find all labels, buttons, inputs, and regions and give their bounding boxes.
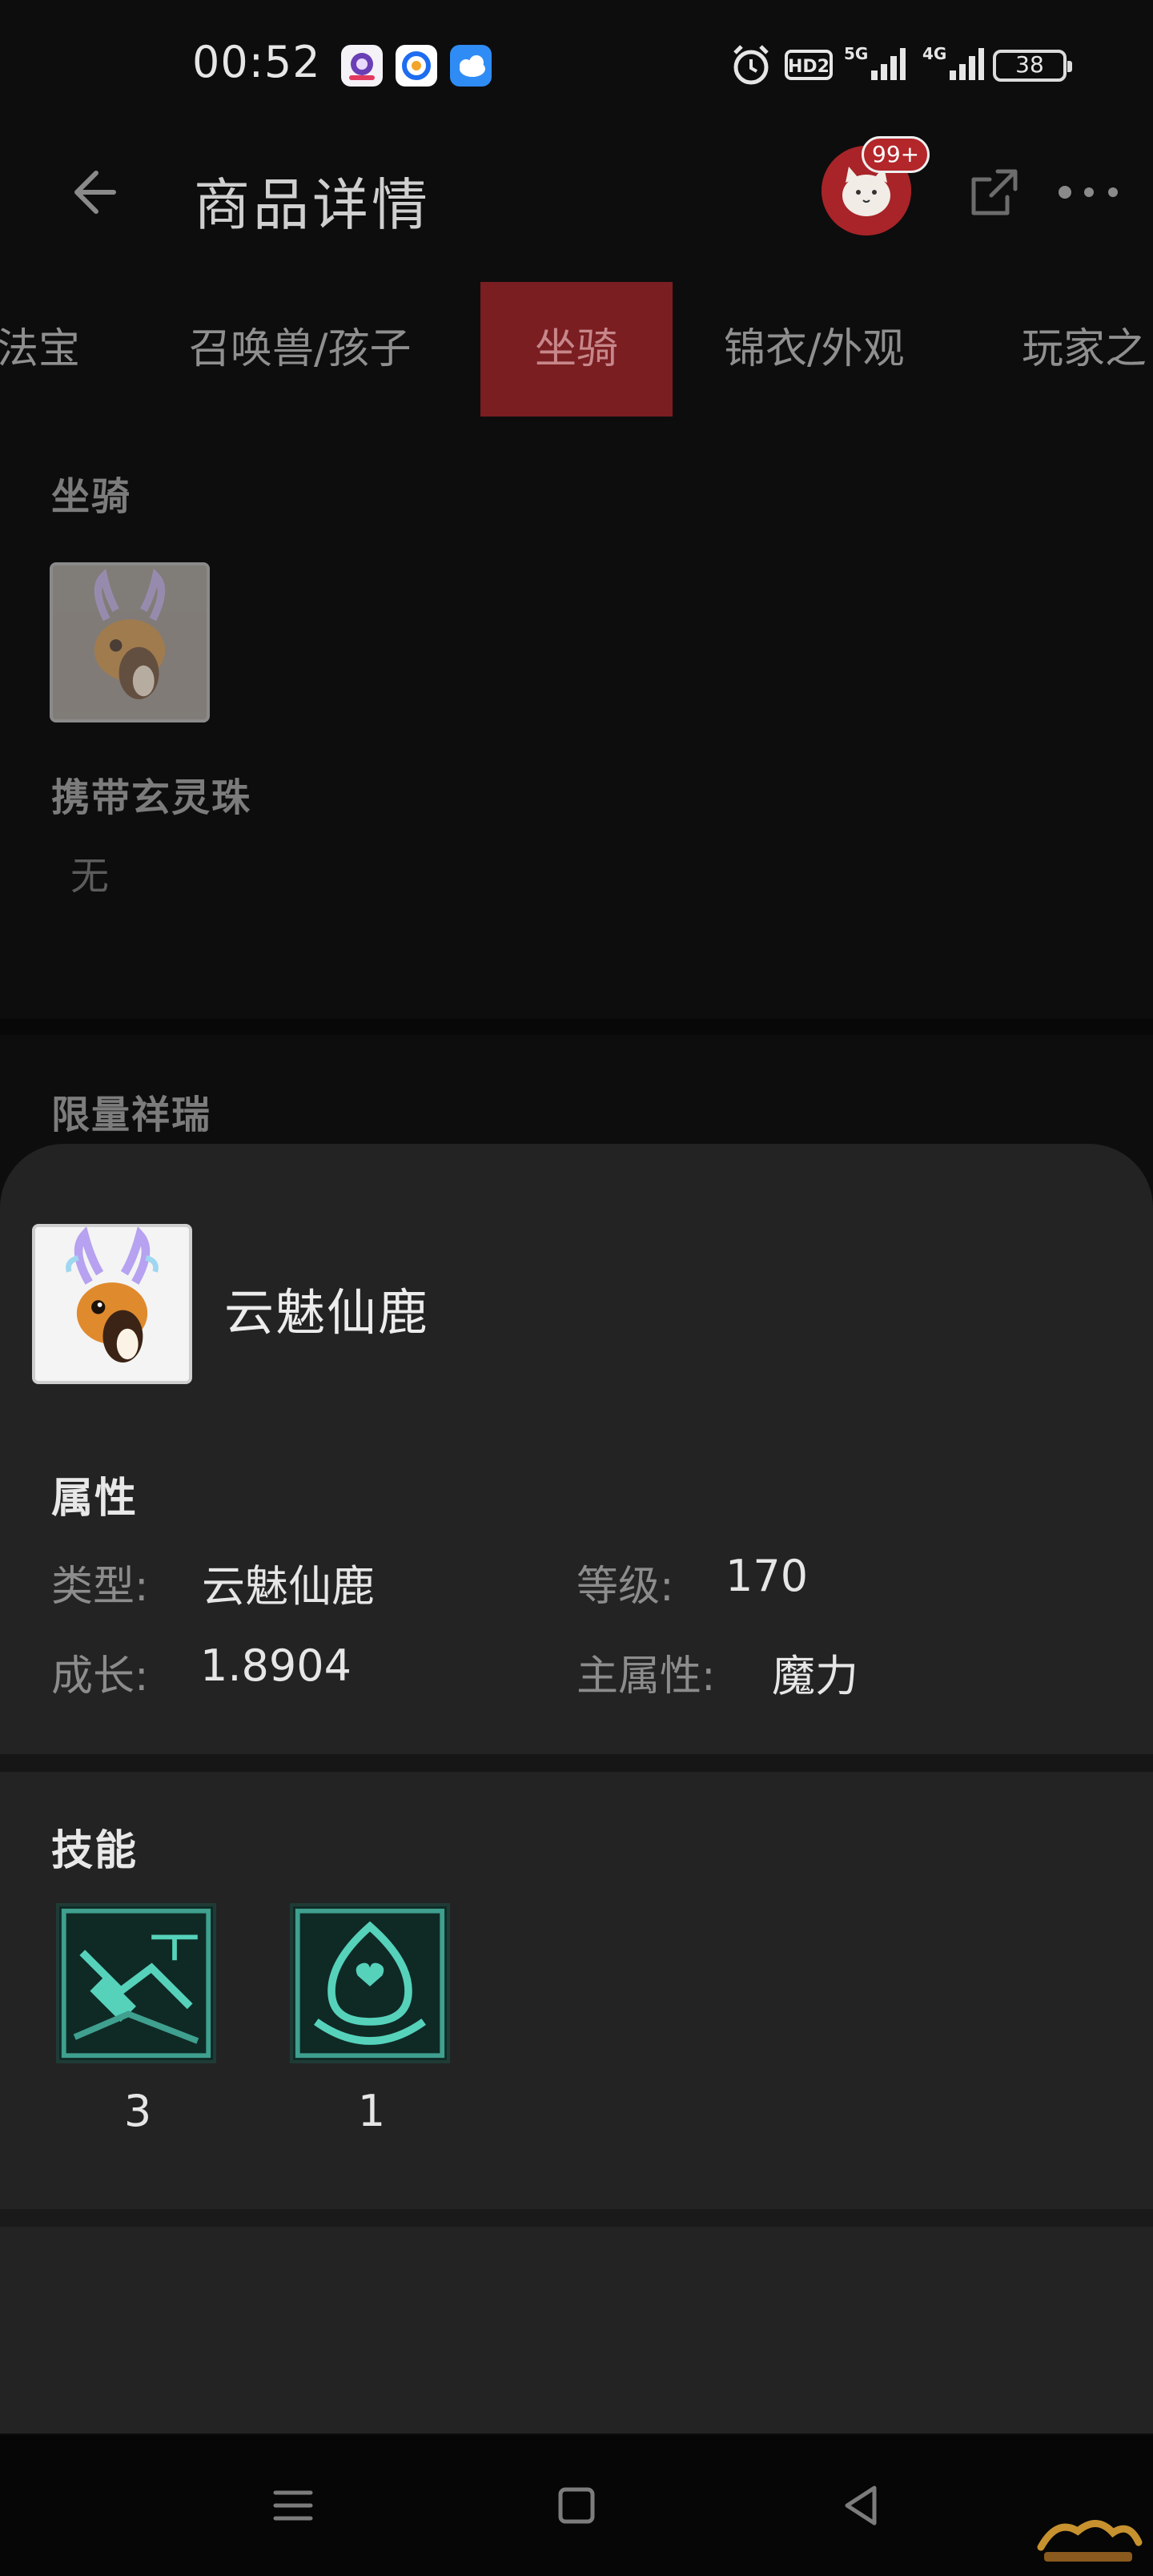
back-triangle-icon — [845, 2485, 877, 2526]
forum-watermark-logo — [1033, 2507, 1145, 2570]
status-time: 00:52 — [192, 37, 321, 87]
app-notification-1-icon — [341, 45, 383, 87]
tab-outfit[interactable]: 锦衣/外观 — [724, 282, 905, 417]
sheet-divider — [0, 1754, 1153, 1772]
hd-voice-icon: HD2 — [785, 42, 833, 88]
skills-heading: 技能 — [51, 1827, 139, 1875]
signal-5g-icon: 5G — [842, 42, 906, 88]
mount-detail-sheet: 云魅仙鹿 属性 类型: 云魅仙鹿 等级: 170 成长: 1.8904 主属性:… — [0, 1144, 1153, 2433]
level-value: 170 — [725, 1551, 809, 1601]
tab-summon-beast[interactable]: 召唤兽/孩子 — [189, 282, 412, 417]
carry-value: 无 — [70, 854, 110, 899]
deer-mount-icon — [35, 1227, 189, 1381]
deer-mount-icon — [53, 566, 207, 719]
notification-badge: 99+ — [862, 136, 930, 173]
mount-thumbnail[interactable] — [50, 562, 210, 722]
more-button[interactable] — [1052, 173, 1124, 211]
tab-fabao[interactable]: 法宝 — [0, 282, 80, 417]
more-dots-icon — [1059, 186, 1118, 199]
menu-icon — [273, 2490, 313, 2521]
alarm-icon — [730, 42, 772, 88]
app-notification-2-icon — [396, 45, 437, 87]
sheet-mount-thumbnail — [32, 1224, 192, 1384]
signal-4g-icon: 4G — [921, 42, 985, 88]
level-label: 等级: — [576, 1563, 674, 1611]
skill-2[interactable] — [290, 1903, 450, 2063]
growth-value: 1.8904 — [200, 1640, 352, 1691]
carry-section-title: 携带玄灵珠 — [51, 775, 252, 820]
mount-section-title: 坐骑 — [51, 474, 132, 519]
skill-shovel-icon — [59, 1906, 213, 2060]
skill-heart-shield-icon — [293, 1906, 447, 2060]
skill-2-level: 1 — [357, 2086, 386, 2136]
back-button[interactable] — [58, 160, 122, 224]
battery-level: 38 — [1015, 51, 1044, 78]
type-label: 类型: — [51, 1563, 149, 1611]
system-back-button[interactable] — [833, 2477, 890, 2534]
section-divider — [0, 1019, 1153, 1035]
sheet-bottom-divider — [0, 2209, 1153, 2227]
home-button[interactable] — [548, 2477, 605, 2534]
category-tab-bar: 法宝 召唤兽/孩子 坐骑 锦衣/外观 玩家之 — [0, 282, 1153, 417]
main-attr-value: 魔力 — [772, 1651, 858, 1701]
status-bar: 00:52 HD2 5G 4G 38 — [0, 0, 1153, 128]
back-arrow-icon — [74, 171, 116, 214]
svg-text:4G: 4G — [922, 44, 946, 63]
skill-1-level: 3 — [123, 2086, 152, 2136]
svg-text:HD2: HD2 — [788, 57, 830, 77]
svg-text:5G: 5G — [844, 44, 868, 63]
type-value: 云魅仙鹿 — [202, 1561, 375, 1612]
mount-name: 云魅仙鹿 — [224, 1283, 430, 1342]
page-title: 商品详情 — [194, 172, 431, 238]
attributes-heading: 属性 — [51, 1475, 139, 1523]
system-nav-bar — [0, 2435, 1153, 2576]
battery-icon: 38 — [993, 50, 1072, 82]
main-attr-label: 主属性: — [576, 1652, 716, 1701]
skill-1[interactable] — [56, 1903, 216, 2063]
weather-app-icon — [450, 45, 492, 87]
tab-mount[interactable]: 坐骑 — [480, 282, 673, 417]
share-icon — [971, 169, 1018, 215]
menu-button[interactable] — [264, 2477, 322, 2534]
home-square-icon — [558, 2487, 595, 2524]
tab-player[interactable]: 玩家之 — [1022, 282, 1147, 417]
growth-label: 成长: — [51, 1652, 149, 1701]
share-button[interactable] — [966, 163, 1023, 221]
limited-section-title: 限量祥瑞 — [51, 1093, 212, 1137]
